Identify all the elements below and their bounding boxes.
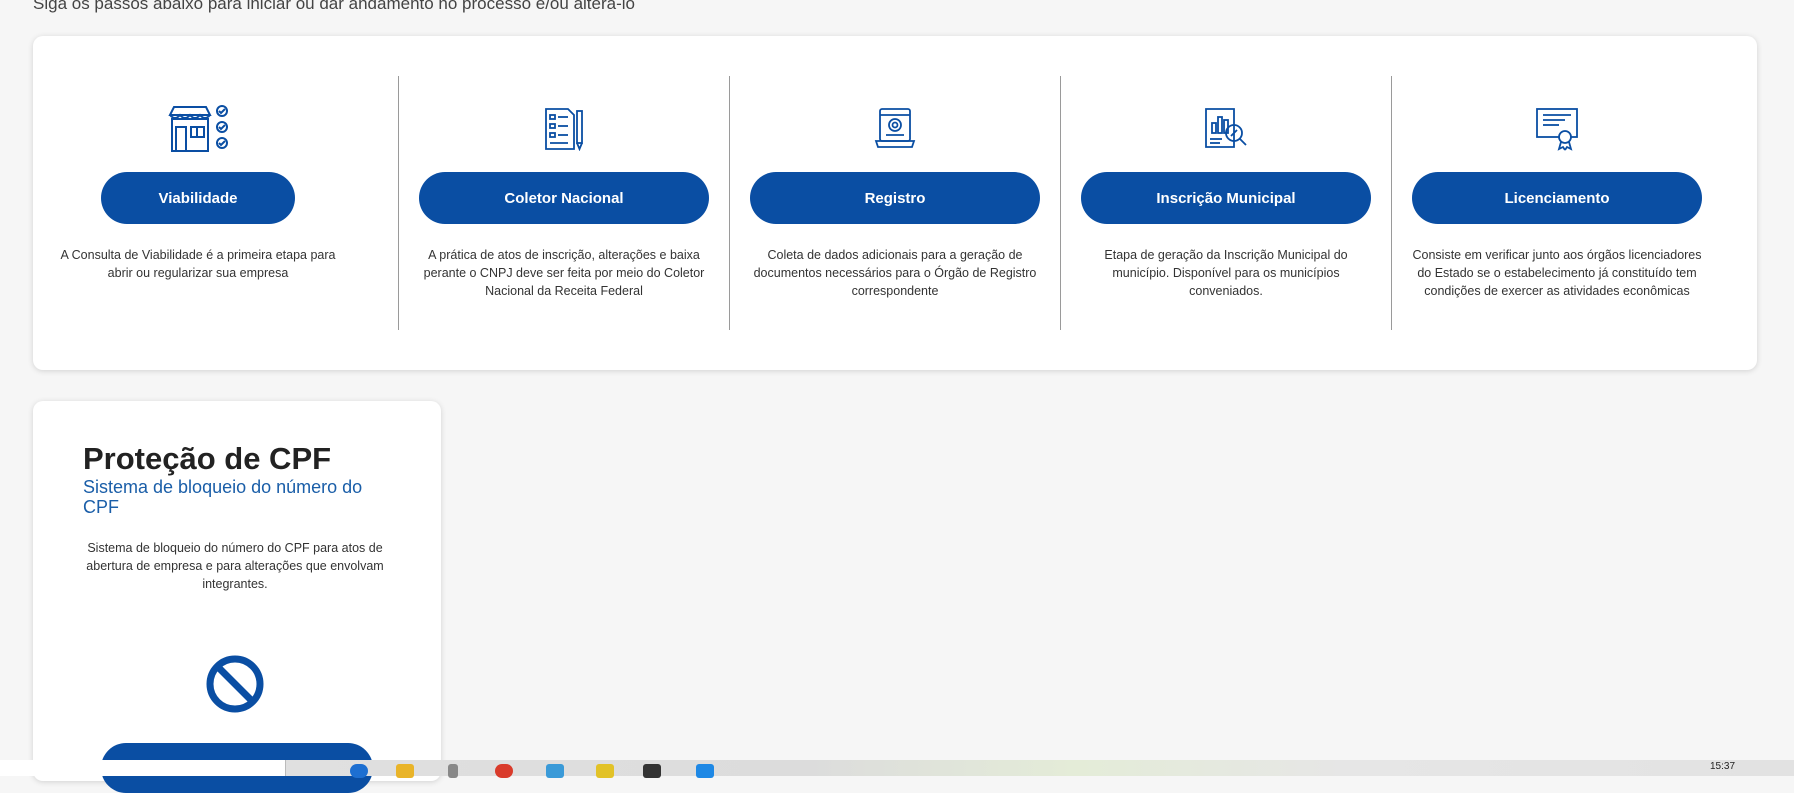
block-icon (205, 654, 265, 719)
coletor-nacional-button[interactable]: Coletor Nacional (419, 172, 709, 224)
laptop-seal-icon (874, 100, 916, 158)
viabilidade-button[interactable]: Viabilidade (101, 172, 295, 224)
page-intro: Siga os passos abaixo para iniciar ou da… (33, 0, 635, 13)
step-description: Consiste em verificar junto aos órgãos l… (1412, 248, 1702, 298)
storefront-checklist-icon (166, 100, 230, 158)
cpf-title: Proteção de CPF (83, 441, 332, 476)
step-licenciamento: Licenciamento Consiste em verificar junt… (1391, 76, 1722, 330)
taskbar-search[interactable] (0, 760, 286, 776)
report-magnifier-icon (1204, 100, 1248, 158)
step-inscricao-municipal: Inscrição Municipal Etapa de geração da … (1060, 76, 1391, 330)
document-pen-icon (544, 100, 584, 158)
clock: 15:37 (1710, 761, 1736, 772)
step-description: Coleta de dados adicionais para a geraçã… (753, 248, 1037, 298)
step-description: A Consulta de Viabilidade é a primeira e… (60, 248, 336, 280)
taskbar: 15:37 (0, 760, 1794, 778)
certificate-icon (1535, 100, 1579, 158)
step-description: A prática de atos de inscrição, alteraçõ… (423, 248, 705, 298)
inscricao-municipal-button[interactable]: Inscrição Municipal (1081, 172, 1371, 224)
cpf-description: Sistema de bloqueio do número do CPF par… (86, 541, 384, 591)
cpf-subtitle: Sistema de bloqueio do número do CPF (83, 477, 363, 517)
licenciamento-button[interactable]: Licenciamento (1412, 172, 1702, 224)
step-registro: Registro Coleta de dados adicionais para… (729, 76, 1060, 330)
cpf-protection-card: Proteção de CPF Sistema de bloqueio do n… (33, 401, 441, 793)
step-description: Etapa de geração da Inscrição Municipal … (1104, 248, 1348, 298)
registro-button[interactable]: Registro (750, 172, 1040, 224)
step-coletor-nacional: Coletor Nacional A prática de atos de in… (398, 76, 729, 330)
steps-card: Viabilidade A Consulta de Viabilidade é … (33, 36, 1757, 370)
step-viabilidade: Viabilidade A Consulta de Viabilidade é … (33, 76, 363, 330)
